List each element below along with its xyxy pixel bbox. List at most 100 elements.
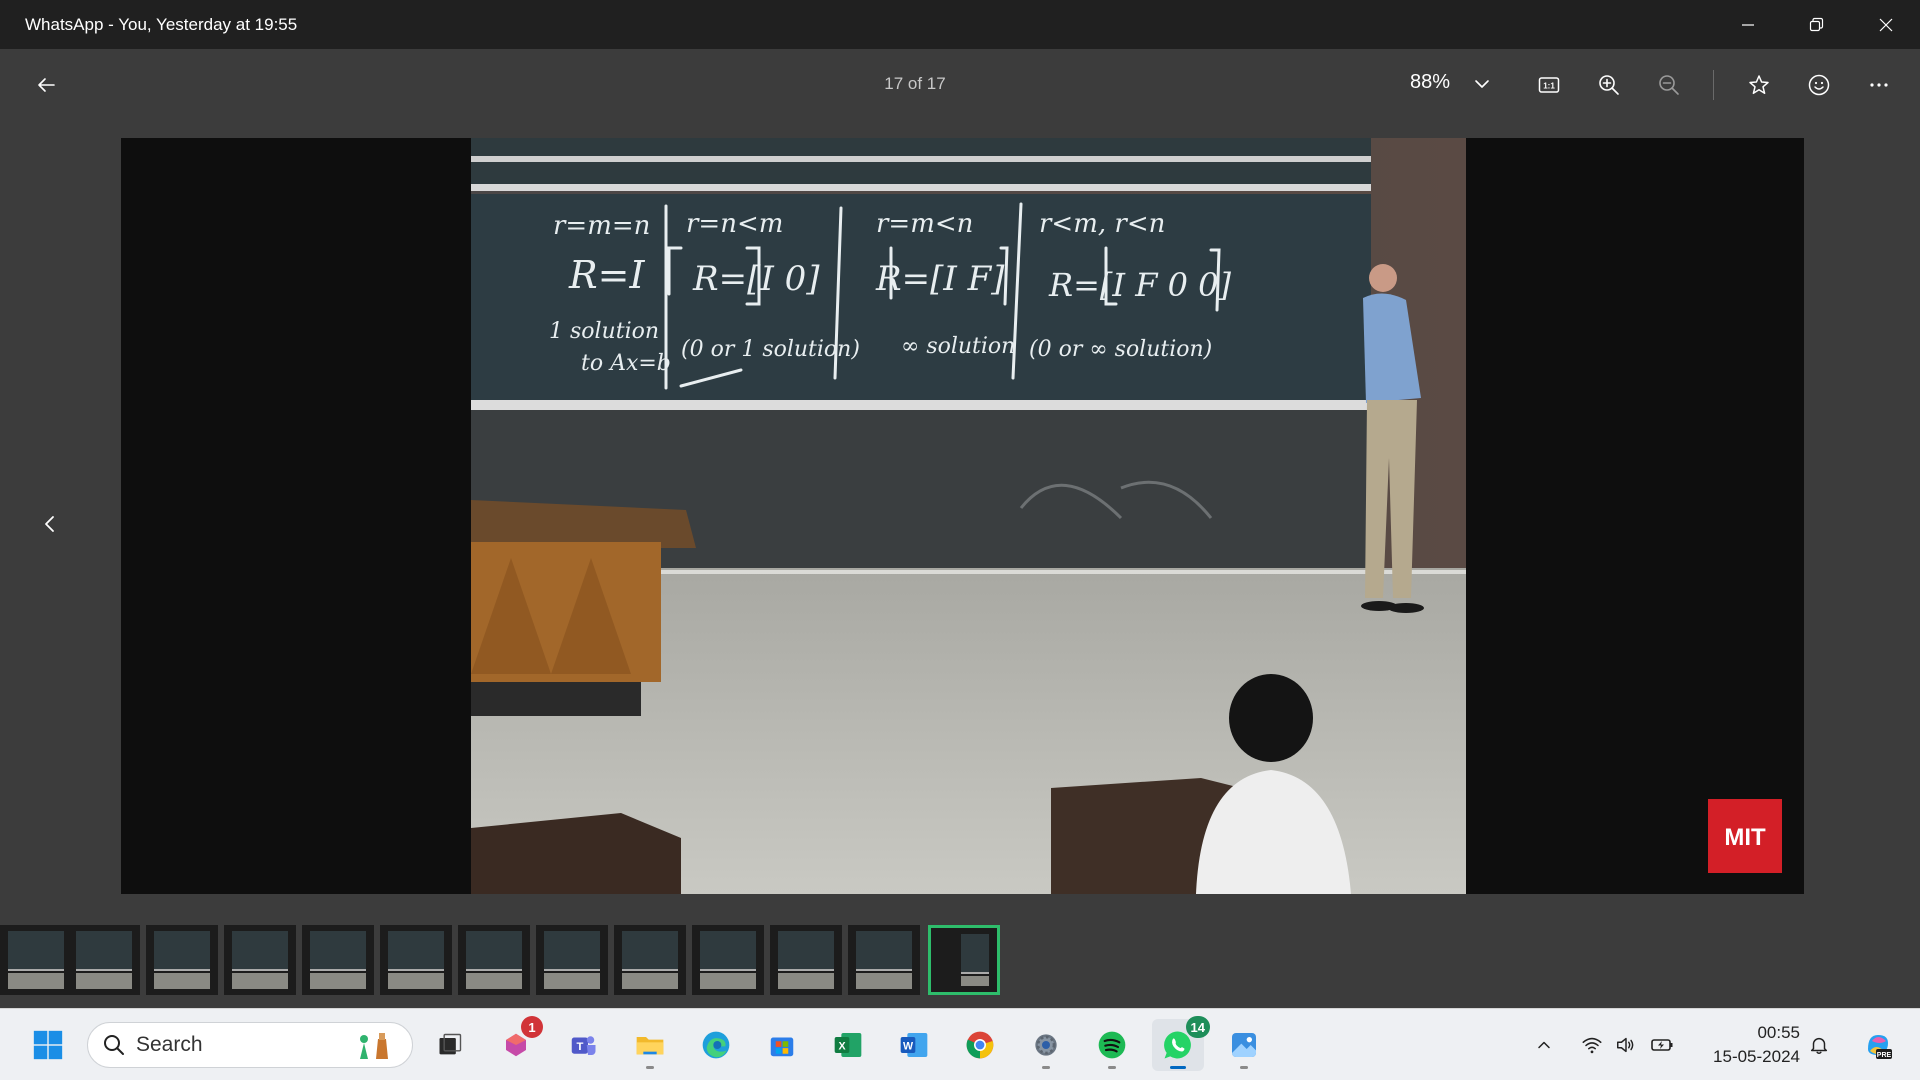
board-text-case4-cond: r<m, r<n	[1039, 209, 1165, 239]
gear-icon	[1035, 1034, 1057, 1056]
svg-text:W: W	[903, 1041, 914, 1053]
task-view-icon	[439, 1033, 462, 1055]
notification-badge: 14	[1185, 1016, 1210, 1038]
taskbar-app-copilot[interactable]: 1	[490, 1016, 543, 1071]
battery-button[interactable]	[1648, 1029, 1676, 1061]
toolbar-separator	[1713, 70, 1714, 100]
notification-badge: 1	[521, 1016, 543, 1038]
favorite-button[interactable]	[1737, 63, 1781, 107]
taskbar-app-file-explorer[interactable]	[624, 1019, 676, 1071]
close-button[interactable]	[1852, 0, 1920, 49]
taskbar-app-whatsapp[interactable]: 14	[1152, 1016, 1210, 1071]
wifi-icon	[1582, 1037, 1602, 1054]
thumbnail[interactable]	[848, 925, 920, 995]
thumbnail[interactable]	[146, 925, 218, 995]
photos-icon	[1232, 1033, 1256, 1057]
taskbar-app-settings[interactable]	[1020, 1019, 1072, 1071]
minimize-button[interactable]	[1714, 0, 1782, 49]
more-icon	[1870, 83, 1888, 87]
image-viewport[interactable]: r=m=n R=I 1 solution to Ax=b r=n<m R=[I …	[121, 138, 1804, 894]
taskbar-app-chrome[interactable]	[954, 1019, 1006, 1071]
board-text-case1-ax: to Ax=b	[581, 351, 671, 376]
taskbar-app-edge[interactable]	[690, 1019, 742, 1071]
taskbar-app-teams[interactable]: T	[557, 1019, 609, 1071]
windows-icon	[33, 1030, 63, 1060]
zoom-level[interactable]: 88%	[1410, 71, 1450, 94]
chevron-down-icon[interactable]	[1470, 72, 1494, 96]
chevron-left-icon	[45, 516, 54, 532]
wifi-button[interactable]	[1578, 1029, 1606, 1061]
board-text-case4-sol: (0 or ∞ solution)	[1029, 337, 1212, 362]
search-icon	[104, 1035, 124, 1055]
thumbnail[interactable]	[224, 925, 296, 995]
zoom-out-icon	[1659, 75, 1679, 95]
taskbar-app-spotify[interactable]	[1086, 1019, 1138, 1071]
board-text-case2-r: R=[I 0]	[692, 259, 820, 299]
bell-icon	[1810, 1037, 1828, 1054]
thumbnail[interactable]	[458, 925, 530, 995]
thumbnail[interactable]	[770, 925, 842, 995]
minimize-icon	[1742, 23, 1754, 26]
clock-time: 00:55	[1757, 1023, 1800, 1042]
start-button[interactable]	[22, 1019, 74, 1071]
taskbar-app-photos[interactable]	[1218, 1019, 1270, 1071]
svg-text:X: X	[838, 1041, 846, 1053]
task-view-button[interactable]	[424, 1019, 476, 1071]
taskbar-search[interactable]: Search	[87, 1022, 413, 1068]
restore-button[interactable]	[1782, 0, 1850, 49]
lecture-photo: r=m=n R=I 1 solution to Ax=b r=n<m R=[I …	[121, 138, 1804, 894]
board-text-case2-cond: r=n<m	[686, 209, 783, 239]
notifications-button[interactable]	[1805, 1029, 1833, 1061]
edge-icon	[702, 1031, 730, 1059]
excel-icon: X	[834, 1033, 862, 1057]
zoom-out-button[interactable]	[1647, 63, 1691, 107]
search-highlight-icon	[360, 1033, 388, 1059]
star-icon	[1749, 75, 1769, 95]
close-icon	[1879, 18, 1893, 31]
thumbnail[interactable]	[536, 925, 608, 995]
arrow-left-icon	[38, 78, 55, 92]
window-title: WhatsApp - You, Yesterday at 19:55	[25, 14, 298, 34]
thumbnail[interactable]	[302, 925, 374, 995]
mit-logo-text: MIT	[1724, 824, 1766, 851]
actual-size-button[interactable]: 1:1	[1527, 63, 1571, 107]
taskbar: Search 1 T X W 14 00:55 15-05-2024 PRE	[0, 1008, 1920, 1080]
taskbar-app-word[interactable]: W	[888, 1019, 940, 1071]
board-text-case1-sol: 1 solution	[549, 319, 659, 344]
thumbnail[interactable]	[380, 925, 452, 995]
more-button[interactable]	[1857, 63, 1901, 107]
speaker-icon	[1617, 1037, 1634, 1053]
spotify-icon	[1098, 1031, 1126, 1059]
copilot-button[interactable]: PRE	[1860, 1029, 1896, 1061]
store-icon	[770, 1037, 794, 1057]
thumbnail[interactable]	[68, 925, 140, 995]
word-icon: W	[900, 1033, 928, 1057]
thumbnail[interactable]	[614, 925, 686, 995]
image-counter: 17 of 17	[884, 74, 946, 93]
title-bar: WhatsApp - You, Yesterday at 19:55	[0, 0, 1920, 49]
teams-icon: T	[571, 1036, 596, 1055]
thumbnail[interactable]	[692, 925, 764, 995]
filmstrip	[0, 922, 1920, 998]
running-indicator	[1042, 1066, 1050, 1069]
taskbar-app-excel[interactable]: X	[822, 1019, 874, 1071]
back-button[interactable]	[24, 63, 68, 107]
thumbnail-active[interactable]	[928, 925, 1000, 995]
search-label: Search	[136, 1033, 203, 1056]
taskbar-app-store[interactable]	[756, 1019, 808, 1071]
show-hidden-icons-button[interactable]	[1530, 1029, 1558, 1061]
taskbar-clock[interactable]: 00:55 15-05-2024	[1690, 1021, 1800, 1069]
previous-image-button[interactable]	[30, 502, 70, 546]
board-text-case3-r: R=[I F]	[875, 259, 1005, 299]
thumbnail[interactable]	[0, 925, 72, 995]
board-text-case3-sol: ∞ solution	[901, 334, 1015, 359]
react-button[interactable]	[1797, 63, 1841, 107]
running-indicator	[1240, 1066, 1248, 1069]
zoom-in-button[interactable]	[1587, 63, 1631, 107]
volume-button[interactable]	[1612, 1029, 1640, 1061]
clock-date: 15-05-2024	[1713, 1047, 1800, 1066]
board-text-case3-cond: r=m<n	[876, 209, 973, 239]
svg-text:PRE: PRE	[1877, 1052, 1892, 1059]
copilot-icon: PRE	[1868, 1035, 1892, 1059]
restore-icon	[1809, 17, 1824, 31]
